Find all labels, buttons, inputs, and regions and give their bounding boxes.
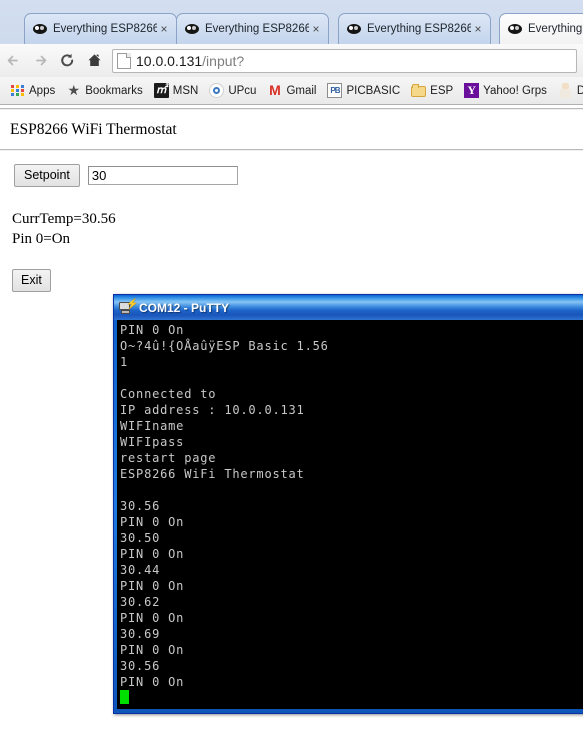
terminal-line: 1 [120, 355, 129, 369]
dilbert-icon [558, 83, 573, 98]
gmail-icon: M [269, 82, 281, 98]
terminal-line: WIFIpass [120, 435, 185, 449]
tab-close-icon[interactable]: × [471, 22, 485, 36]
terminal-line: 30.62 [120, 595, 161, 609]
tab-close-icon[interactable]: × [309, 22, 323, 36]
bookmark-dilbert[interactable]: Dilb [553, 81, 583, 101]
terminal-line: PIN 0 On [120, 323, 185, 337]
terminal-line: PIN 0 On [120, 515, 185, 529]
browser-tab-2[interactable]: Everything ESP8266 - × [176, 13, 329, 44]
bookmark-picbasic[interactable]: PB PICBASIC [322, 81, 405, 101]
putty-window-frame: ⚡ COM12 - PuTTY PIN 0 On O~?4û!{OÅaûÿESP… [114, 295, 583, 713]
terminal-line: PIN 0 On [120, 547, 185, 561]
terminal-line: PIN 0 On [120, 643, 185, 657]
address-bar[interactable]: 10.0.0.131/input? [112, 48, 577, 73]
bookmark-upcu[interactable]: UPcu [204, 81, 261, 101]
block-cursor [120, 690, 129, 704]
terminal-line: 30.56 [120, 499, 161, 513]
upcu-icon [209, 83, 225, 98]
url-host: 10.0.0.131 [136, 52, 203, 69]
bookmark-bookmarks[interactable]: ★ Bookmarks [61, 81, 148, 101]
folder-icon [411, 84, 427, 97]
terminal-line: restart page [120, 451, 217, 465]
setpoint-input[interactable] [87, 166, 238, 185]
terminal-line: ESP8266 WiFi Thermostat [120, 467, 305, 481]
terminal-line: 30.44 [120, 563, 161, 577]
page-document-icon [117, 52, 131, 69]
terminal-line: 30.56 [120, 659, 161, 673]
bookmark-yahoo-grps[interactable]: Y Yahoo! Grps [459, 81, 552, 101]
bookmark-label: PICBASIC [346, 84, 401, 97]
back-arrow-icon[interactable] [0, 48, 27, 74]
current-temp-readout: CurrTemp=30.56 [12, 211, 116, 227]
pin-state-readout: Pin 0=On [12, 231, 71, 247]
terminal-line: 30.50 [120, 531, 161, 545]
esp-forum-icon [507, 21, 523, 37]
esp-forum-icon [32, 21, 48, 37]
screen-root: Everything ESP8266 - × Everything ESP826… [0, 0, 583, 749]
bookmark-label: Apps [29, 84, 56, 97]
bookmark-label: Gmail [286, 84, 317, 97]
bookmark-label: Yahoo! Grps [483, 84, 547, 97]
browser-chrome: Everything ESP8266 - × Everything ESP826… [0, 0, 583, 105]
esp-forum-icon [346, 21, 362, 37]
url-path: /input? [202, 52, 245, 69]
terminal-line: IP address : 10.0.0.131 [120, 403, 305, 417]
terminal-line: PIN 0 On [120, 675, 185, 689]
picbasic-icon: PB [327, 83, 343, 98]
bookmark-label: UPcu [228, 84, 257, 97]
tab-title: Everything ESP8266 - [205, 23, 309, 35]
msn-icon: ㎡ [153, 83, 169, 98]
exit-form: Exit [0, 249, 583, 292]
browser-tab-1[interactable]: Everything ESP8266 - × [24, 13, 177, 44]
tab-title: Everything ESP8266 - [53, 23, 157, 35]
navigation-toolbar: 10.0.0.131/input? [0, 44, 583, 78]
bookmarks-bar: Apps ★ Bookmarks ㎡ MSN UPcu M Gmail PB P… [0, 77, 583, 105]
terminal-line: 30.69 [120, 627, 161, 641]
bookmark-apps[interactable]: Apps [5, 81, 60, 101]
setpoint-button[interactable]: Setpoint [14, 164, 80, 187]
putty-terminal[interactable]: PIN 0 On O~?4û!{OÅaûÿESP Basic 1.56 1 Co… [117, 320, 583, 709]
page-title: ESP8266 WiFi Thermostat [10, 121, 177, 138]
bookmark-msn[interactable]: ㎡ MSN [149, 81, 204, 101]
reload-icon[interactable] [54, 48, 81, 74]
home-icon[interactable] [81, 48, 108, 74]
esp-forum-icon [184, 21, 200, 37]
terminal-line: PIN 0 On [120, 611, 185, 625]
star-icon: ★ [67, 82, 80, 98]
putty-window-title: COM12 - PuTTY [139, 300, 230, 315]
terminal-cursor-line [120, 690, 583, 706]
bookmark-esp[interactable]: ESP [406, 81, 458, 101]
browser-tab-4-active[interactable]: Everything [499, 13, 583, 44]
yahoo-icon: Y [464, 83, 480, 98]
apps-grid-icon [10, 83, 25, 98]
bookmark-gmail[interactable]: M Gmail [262, 81, 321, 101]
tab-strip: Everything ESP8266 - × Everything ESP826… [0, 0, 583, 44]
terminal-line: PIN 0 On [120, 579, 185, 593]
tab-title: Everything ESP8266 - [367, 23, 471, 35]
putty-title-bar[interactable]: ⚡ COM12 - PuTTY [114, 295, 583, 320]
tab-title: Everything [528, 23, 583, 35]
bookmark-label: MSN [172, 84, 199, 97]
forward-arrow-icon[interactable] [27, 48, 54, 74]
bookmark-label: Bookmarks [85, 84, 143, 97]
bookmark-label: Dilb [577, 85, 583, 97]
browser-tab-3[interactable]: Everything ESP8266 - × [338, 13, 491, 44]
terminal-line: WIFIname [120, 419, 185, 433]
setpoint-form: Setpoint [0, 151, 583, 187]
bookmark-label: ESP [430, 84, 454, 97]
terminal-line: Connected to [120, 387, 217, 401]
exit-button[interactable]: Exit [12, 269, 51, 292]
putty-window[interactable]: ⚡ COM12 - PuTTY PIN 0 On O~?4û!{OÅaûÿESP… [113, 294, 583, 714]
putty-computer-icon: ⚡ [118, 299, 138, 316]
address-bar-text: 10.0.0.131/input? [136, 53, 244, 69]
terminal-line: O~?4û!{OÅaûÿESP Basic 1.56 [120, 339, 329, 353]
tab-close-icon[interactable]: × [157, 22, 171, 36]
thermostat-page: ESP8266 WiFi Thermostat Setpoint CurrTem… [0, 108, 583, 292]
